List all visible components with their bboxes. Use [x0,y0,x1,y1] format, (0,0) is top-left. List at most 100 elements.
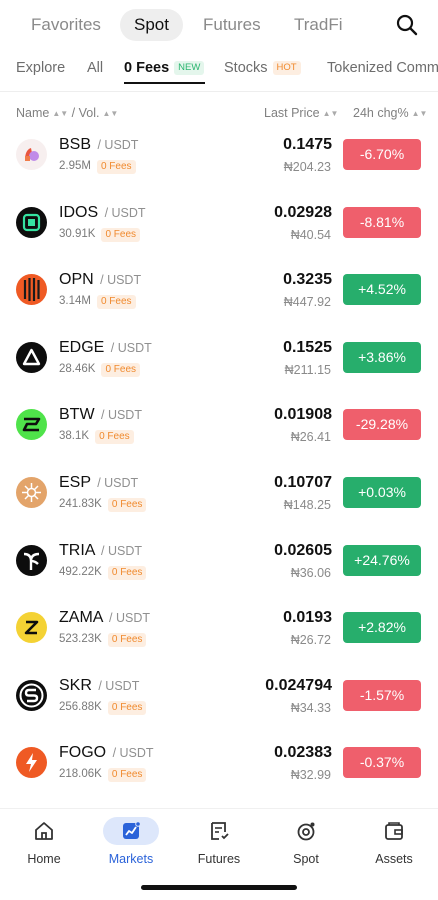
wallet-icon [366,817,422,845]
nav-home[interactable]: Home [0,817,88,866]
subtab-tokenized-commodities[interactable]: Tokenized Comm [327,58,438,84]
volume-line: 241.83K 0 Fees [59,498,147,512]
base-symbol: BSB [59,136,92,153]
tab-tradfi[interactable]: TradFi [294,9,343,41]
volume-line: 523.23K 0 Fees [59,633,147,648]
tab-spot[interactable]: Spot [120,9,183,41]
bsb-logo-icon [16,139,47,170]
sort-arrows-icon: ▲▼ [102,109,119,118]
quote-symbol: / USDT [100,273,142,288]
subtab-stocks[interactable]: Stocks HOT [224,58,301,84]
quote-symbol: / USDT [104,205,146,220]
fiat-price: ₦40.54 [290,227,331,242]
market-row-btw[interactable]: BTW / USDT 38.1K 0 Fees 0.01908 ₦26.41 -29.28… [0,395,438,462]
opn-logo-icon [16,274,47,306]
sort-price-header[interactable]: Last Price ▲▼ [264,106,338,120]
quote-symbol: / USDT [101,543,142,558]
change-badge[interactable]: -1.57% [343,679,421,711]
change-badge[interactable]: +2.82% [343,612,421,644]
change-badge[interactable]: +3.86% [343,341,421,373]
quote-symbol: / USDT [110,340,152,355]
market-row-esp[interactable]: ESP / USDT 241.83K 0 Fees 0.10707 ₦148.25 +0.… [0,463,438,530]
subtab-label: Stocks [224,60,268,76]
nav-label: Spot [293,852,319,866]
market-row-idos[interactable]: IDOS / USDT 30.91K 0 Fees 0.02928 ₦40.54 -8.8… [0,193,438,260]
quote-symbol: / USDT [112,746,154,761]
subtab-0-fees[interactable]: 0 Fees NEW [124,58,205,84]
zero-fee-badge: 0 Fees [107,768,147,783]
edge-logo-icon [16,341,47,373]
subtab-explore[interactable]: Explore [16,58,65,84]
sort-arrows-icon: ▲▼ [322,109,339,118]
market-row-zama[interactable]: ZAMA / USDT 523.23K 0 Fees 0.0193 ₦26.72 +2.8… [0,598,438,665]
subtab-label: Tokenized Comm [327,60,438,76]
coin-symbol: BTW / USDT [59,406,142,424]
zero-fee-badge: 0 Fees [95,430,134,445]
volume-value: 256.88K [59,700,102,713]
fiat-price: ₦36.06 [290,565,331,580]
nav-label: Futures [197,852,241,866]
futures-icon [191,817,247,845]
market-row-opn[interactable]: OPN / USDT 3.14M 0 Fees 0.3235 ₦447.92 +4.52% [0,260,438,327]
volume-value: 241.83K [59,498,102,510]
market-row-edge[interactable]: EDGE / USDT 28.46K 0 Fees 0.1525 ₦211.15 +3.8… [0,328,438,395]
hot-badge: HOT [272,61,301,75]
nav-spot[interactable]: Spot [262,817,350,866]
volume-line: 3.14M 0 Fees [59,295,136,310]
fiat-price: ₦447.92 [283,295,331,310]
last-price: 0.02928 [274,203,332,221]
sort-name-header[interactable]: Name ▲▼ / Vol. ▲▼ [16,106,118,120]
skr-logo-icon [16,679,47,711]
change-badge[interactable]: -8.81% [343,206,421,238]
zero-fee-badge: 0 Fees [101,362,141,377]
fogo-logo-icon [16,747,47,779]
zero-fee-badge: 0 Fees [107,498,147,512]
nav-label: Assets [375,852,413,866]
esp-logo-icon [16,477,47,508]
change-badge[interactable]: +24.76% [343,544,421,576]
zero-fee-badge: 0 Fees [96,160,136,174]
change-badge[interactable]: -6.70% [343,139,421,170]
nav-futures[interactable]: Futures [175,817,263,866]
sort-change-header[interactable]: 24h chg% ▲▼ [353,106,427,120]
last-price: 0.0193 [283,609,332,627]
quote-symbol: / USDT [109,611,150,626]
coin-symbol: OPN / USDT [59,271,141,289]
volume-line: 30.91K 0 Fees [59,227,141,242]
tab-favorites[interactable]: Favorites [31,9,101,41]
change-badge[interactable]: -29.28% [343,409,421,441]
change-badge[interactable]: +4.52% [343,274,421,306]
market-row-tria[interactable]: TRIA / USDT 492.22K 0 Fees 0.02605 ₦36.06 +24… [0,531,438,598]
change-badge[interactable]: +0.03% [343,477,421,508]
search-icon[interactable] [395,13,419,37]
fiat-price: ₦204.23 [283,160,331,174]
subtab-all[interactable]: All [87,58,103,84]
coin-symbol: ZAMA / USDT [59,609,150,627]
quote-symbol: / USDT [97,138,139,152]
base-symbol: ZAMA [59,609,103,627]
base-symbol: ESP [59,474,91,491]
name-header-label: Name [16,106,50,120]
market-row-fogo[interactable]: FOGO / USDT 218.06K 0 Fees 0.02383 ₦32.99 -0.… [0,733,438,800]
last-price: 0.1475 [283,136,332,153]
home-indicator [141,885,297,890]
nav-markets[interactable]: Markets [87,817,175,866]
tab-futures[interactable]: Futures [203,9,261,41]
sort-arrows-icon: ▲▼ [52,109,69,118]
quote-symbol: / USDT [98,678,140,693]
spot-icon [278,817,334,845]
market-row-bsb[interactable]: BSB / USDT 2.95M 0 Fees 0.1475 ₦204.23 -6.70% [0,125,438,192]
base-symbol: IDOS [59,203,99,221]
subtab-label: 0 Fees [124,60,170,76]
change-badge[interactable]: -0.37% [343,747,421,779]
fiat-price: ₦211.15 [284,362,331,377]
fiat-price: ₦148.25 [283,498,331,512]
quote-symbol: / USDT [97,476,139,490]
coin-symbol: IDOS / USDT [59,204,146,222]
subtab-label: All [87,60,104,76]
volume-line: 256.88K 0 Fees [59,700,147,715]
market-row-skr[interactable]: SKR / USDT 256.88K 0 Fees 0.024794 ₦34.33 -1.… [0,666,438,733]
nav-assets[interactable]: Assets [350,817,438,866]
volume-value: 3.14M [59,295,91,308]
btw-logo-icon [16,409,47,441]
